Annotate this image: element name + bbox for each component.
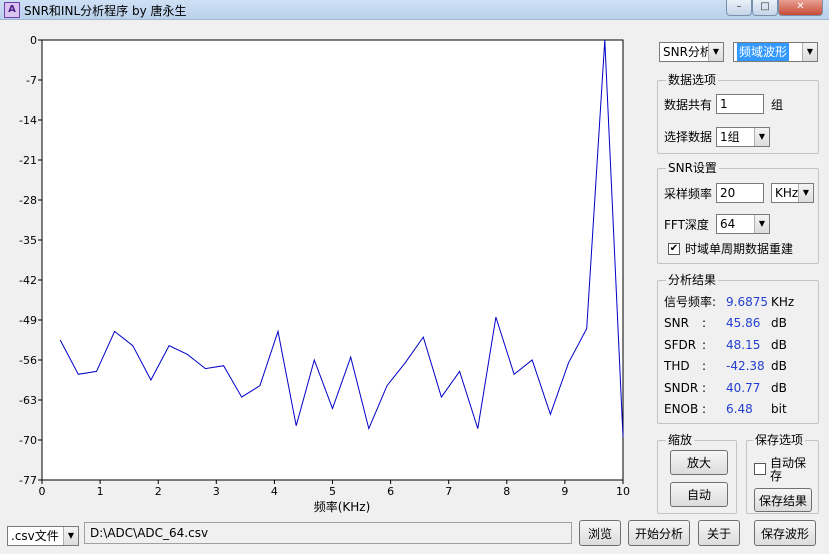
x-tick-label: 10	[616, 485, 630, 498]
maximize-button[interactable]: □	[752, 0, 778, 16]
view-mode-select[interactable]: 频域波形 ▼	[733, 42, 818, 62]
result-value: -42.38	[726, 359, 765, 373]
sample-rate-label: 采样频率	[664, 187, 713, 201]
result-name: SNR	[664, 316, 689, 330]
close-button[interactable]: ✕	[778, 0, 823, 16]
y-tick-label: -77	[19, 474, 37, 487]
y-tick-label: -35	[19, 234, 37, 247]
x-tick-label: 3	[213, 485, 220, 498]
y-tick-label: -7	[26, 74, 37, 87]
title-bar[interactable]: A SNR和INL分析程序 by 唐永生 – □ ✕	[0, 0, 829, 20]
spectrum-chart: 0-7-14-21-28-35-42-49-56-63-70-770 1 2 3 4 5 6…	[19, 34, 630, 514]
fft-depth-select[interactable]: 64 ▼	[716, 214, 770, 234]
result-name: THD	[664, 359, 690, 373]
result-separator: :	[702, 316, 707, 330]
data-select[interactable]: 1组 ▼	[716, 127, 770, 147]
result-unit: dB	[771, 359, 787, 373]
auto-save-checkbox[interactable]	[754, 463, 766, 475]
zoom-title: 缩放	[666, 433, 695, 447]
result-value: 9.6875	[726, 295, 768, 309]
file-path-field[interactable]: D:\ADC\ADC_64.csv	[84, 522, 572, 544]
check-icon: ✔	[669, 243, 679, 254]
chevron-down-icon: ▼	[798, 184, 813, 202]
x-tick-label: 6	[387, 485, 394, 498]
data-total-field[interactable]: 1	[716, 94, 764, 114]
data-total-label: 数据共有	[664, 98, 713, 112]
result-name: 信号频率:	[664, 295, 717, 309]
app-icon[interactable]: A	[4, 2, 20, 18]
analysis-mode-select[interactable]: SNR分析 ▼	[659, 42, 724, 62]
x-axis-label: 频率(KHz)	[314, 499, 371, 514]
x-tick-label: 9	[561, 485, 568, 498]
file-type-select[interactable]: .csv文件 ▼	[7, 526, 79, 546]
save-options-title: 保存选项	[753, 433, 806, 447]
y-tick-label: -42	[19, 274, 37, 287]
plot-area	[41, 39, 624, 481]
rebuild-label[interactable]: 时域单周期数据重建	[685, 241, 793, 257]
x-tick-label: 2	[155, 485, 162, 498]
result-value: 6.48	[726, 402, 753, 416]
save-result-button[interactable]: 保存结果	[754, 488, 812, 512]
x-tick-label: 0	[39, 485, 46, 498]
x-tick-label: 8	[503, 485, 510, 498]
chevron-down-icon: ▼	[708, 43, 723, 61]
start-analysis-button[interactable]: 开始分析	[628, 520, 690, 546]
result-separator: :	[702, 338, 707, 352]
result-value: 40.77	[726, 381, 761, 395]
result-name: ENOB	[664, 402, 699, 416]
result-name: SFDR	[664, 338, 697, 352]
x-tick-label: 1	[97, 485, 104, 498]
y-tick-label: -14	[19, 114, 37, 127]
rebuild-checkbox[interactable]: ✔	[668, 243, 680, 255]
result-value: 48.15	[726, 338, 761, 352]
window-title: SNR和INL分析程序 by 唐永生	[24, 4, 187, 18]
sample-rate-unit-select[interactable]: KHz ▼	[771, 183, 814, 203]
result-unit: dB	[771, 381, 787, 395]
result-unit: dB	[771, 338, 787, 352]
zoom-in-button[interactable]: 放大	[670, 450, 728, 475]
x-tick-label: 7	[445, 485, 452, 498]
snr-settings-title: SNR设置	[666, 161, 719, 175]
result-unit: bit	[771, 402, 787, 416]
y-tick-label: 0	[30, 34, 37, 47]
auto-zoom-button[interactable]: 自动	[670, 482, 728, 507]
data-select-label: 选择数据	[664, 130, 713, 144]
results-title: 分析结果	[666, 273, 719, 287]
auto-save-label[interactable]: 自动保存	[770, 457, 806, 483]
x-tick-label: 5	[329, 485, 336, 498]
y-tick-label: -49	[19, 314, 37, 327]
chevron-down-icon: ▼	[754, 128, 769, 146]
x-tick-label: 4	[271, 485, 278, 498]
result-separator: :	[702, 359, 707, 373]
result-separator: :	[702, 381, 707, 395]
sample-rate-field[interactable]: 20	[716, 183, 764, 203]
chevron-down-icon: ▼	[63, 527, 78, 545]
data-options-title: 数据选项	[666, 73, 719, 87]
y-tick-label: -21	[19, 154, 37, 167]
y-tick-label: -28	[19, 194, 37, 207]
result-unit: KHz	[771, 295, 795, 309]
result-value: 45.86	[726, 316, 761, 330]
result-unit: dB	[771, 316, 787, 330]
save-waveform-button[interactable]: 保存波形	[754, 520, 816, 546]
result-separator: :	[702, 402, 707, 416]
minimize-button[interactable]: –	[726, 0, 752, 16]
result-name: SNDR	[664, 381, 699, 395]
chevron-down-icon: ▼	[802, 43, 817, 61]
y-tick-label: -70	[19, 434, 37, 447]
data-total-unit: 组	[771, 98, 784, 112]
chevron-down-icon: ▼	[754, 215, 769, 233]
y-tick-label: -63	[19, 394, 37, 407]
y-tick-label: -56	[19, 354, 37, 367]
about-button[interactable]: 关于	[698, 520, 740, 546]
fft-depth-label: FFT深度	[664, 218, 709, 232]
browse-button[interactable]: 浏览	[579, 520, 621, 546]
